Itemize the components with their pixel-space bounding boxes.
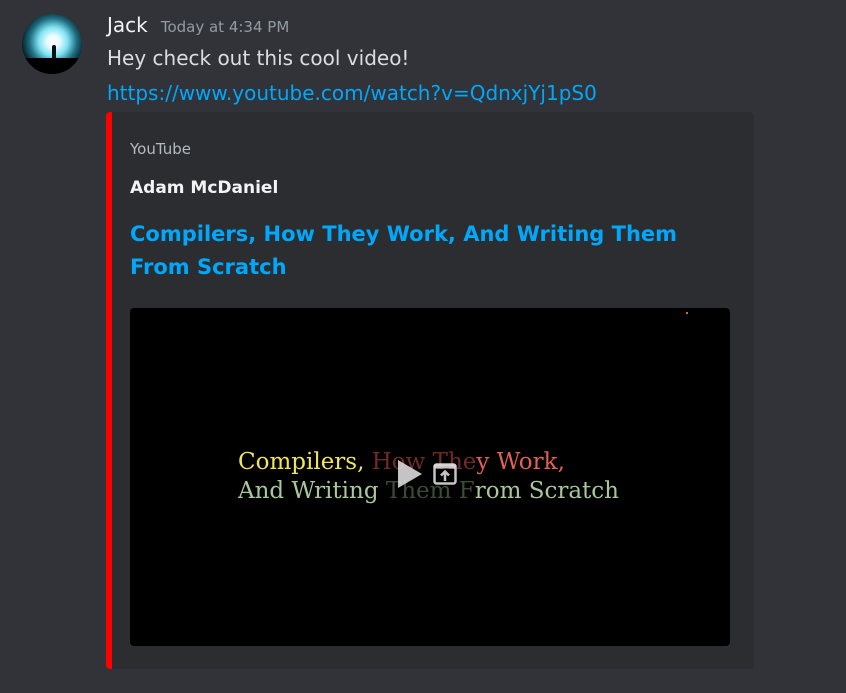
embed-author[interactable]: Adam McDaniel bbox=[130, 178, 278, 198]
thumbnail-title-line2: And Writing Them From Scratch bbox=[238, 478, 619, 504]
thumbnail-text: Compilers, bbox=[238, 449, 372, 475]
chat-message: Jack Today at 4:34 PM Hey check out this… bbox=[0, 0, 846, 693]
thumbnail-text: How The bbox=[371, 449, 477, 475]
thumbnail-dot bbox=[686, 312, 688, 314]
thumbnail-text: rom Scratch bbox=[474, 478, 619, 504]
thumbnail-text: And Writing bbox=[238, 478, 386, 504]
embed-provider[interactable]: YouTube bbox=[130, 140, 191, 158]
thumbnail-text: y Work bbox=[476, 449, 558, 475]
message-link[interactable]: https://www.youtube.com/watch?v=QdnxjYj1… bbox=[107, 81, 597, 105]
embed-accent-bar bbox=[106, 112, 112, 669]
avatar-ground bbox=[22, 58, 82, 74]
video-thumbnail[interactable]: Compilers, How They Work, And Writing Th… bbox=[130, 308, 730, 646]
popout-icon[interactable] bbox=[433, 463, 457, 485]
avatar-figure bbox=[52, 45, 56, 59]
thumbnail-text: , bbox=[557, 449, 565, 475]
message-header: Jack Today at 4:34 PM bbox=[107, 13, 289, 37]
timestamp: Today at 4:34 PM bbox=[160, 18, 290, 36]
embed-title[interactable]: Compilers, How They Work, And Writing Th… bbox=[130, 218, 710, 284]
message-text: Hey check out this cool video! bbox=[107, 46, 410, 70]
username[interactable]: Jack bbox=[107, 13, 148, 37]
user-avatar[interactable] bbox=[22, 14, 82, 74]
play-icon[interactable] bbox=[398, 460, 422, 488]
video-embed: YouTube Adam McDaniel Compilers, How The… bbox=[106, 112, 754, 669]
